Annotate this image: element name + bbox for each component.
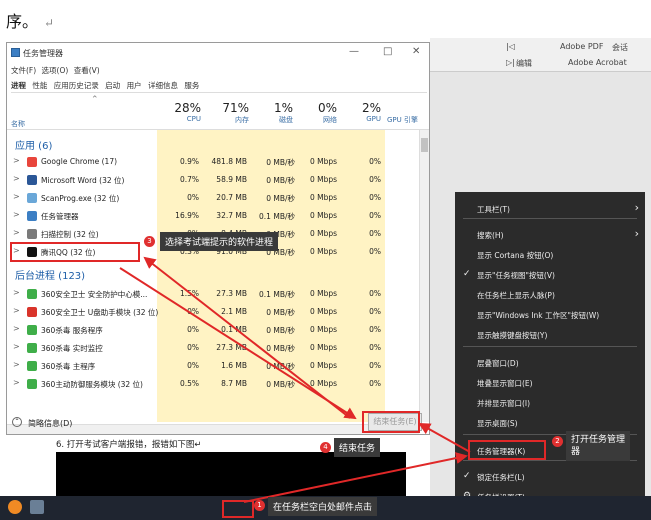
callout-badge: 2: [552, 436, 563, 447]
callout-badge: 4: [320, 442, 331, 453]
callout-select-process: 选择考试端提示的软件进程: [160, 232, 279, 251]
callout-end-task: 结束任务: [334, 438, 381, 457]
callout-badge: 3: [144, 236, 155, 247]
arrow-menu-to-endtask: [418, 423, 471, 453]
callout-right-click-taskbar: 在任务栏空白处邮件点击: [268, 497, 378, 516]
callout-badge: 1: [254, 500, 265, 511]
callout-open-task-manager: 打开任务管理 器: [566, 431, 631, 461]
arrow-taskbar-to-menu: [243, 452, 468, 503]
arrow-qq-to-endtask: [119, 267, 357, 420]
